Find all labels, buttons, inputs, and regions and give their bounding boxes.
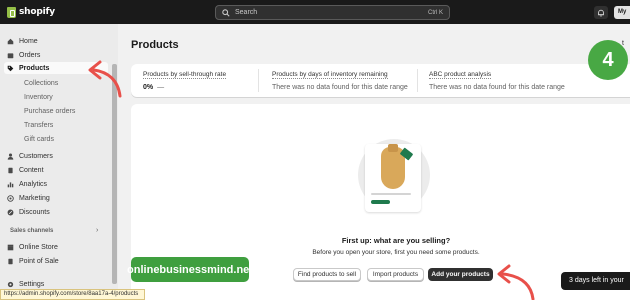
trial-banner[interactable]: 3 days left in your	[561, 272, 630, 290]
sidebar-item-label: Purchase orders	[24, 107, 76, 115]
pos-icon	[8, 258, 13, 264]
metric-label: Products by sell-through rate	[143, 71, 227, 79]
status-bar-url: https://admin.shopify.com/store/8aa17a-4…	[0, 289, 145, 300]
metric-value: 0% —	[143, 84, 226, 91]
step-number-badge: 4	[588, 40, 628, 80]
sales-channels-heading: Sales channels	[10, 228, 54, 234]
home-icon	[7, 38, 14, 44]
sidebar-item-label: Transfers	[24, 121, 54, 129]
illustration-pill	[371, 200, 390, 204]
sidebar-item-label: Online Store	[19, 243, 58, 251]
person-icon	[7, 153, 14, 160]
sidebar-item-marketing[interactable]: Marketing	[7, 192, 107, 204]
sidebar-item-analytics[interactable]: Analytics	[7, 178, 107, 190]
sidebar-item-label: Discounts	[19, 208, 50, 216]
sidebar-item-label: Settings	[19, 280, 45, 288]
divider	[417, 69, 418, 92]
bell-icon	[598, 9, 604, 17]
metric-days-inventory[interactable]: Products by days of inventory remaining …	[272, 71, 408, 91]
metric-value: There was no data found for this date ra…	[272, 84, 408, 91]
annotation-arrow-add-products	[497, 264, 535, 300]
sidebar-item-label: Content	[19, 166, 44, 174]
sidebar-item-home[interactable]: Home	[7, 35, 107, 47]
metric-label-text: Products by sell-through rate	[143, 71, 227, 79]
target-icon	[7, 194, 14, 202]
vase-neck	[388, 144, 398, 152]
sidebar-item-transfers[interactable]: Transfers	[24, 119, 124, 131]
logo-text: shopify	[19, 7, 55, 17]
search-shortcut: Ctrl K	[428, 9, 443, 16]
chart-icon	[7, 181, 14, 187]
metric-abc-analysis[interactable]: ABC product analysis There was no data f…	[429, 71, 565, 91]
sidebar-item-purchase-orders[interactable]: Purchase orders	[24, 105, 124, 117]
top-bar: shopify Search Ctrl K My	[0, 0, 630, 24]
orders-icon	[7, 52, 14, 58]
metric-label-text: ABC product analysis	[429, 71, 492, 79]
search-input[interactable]: Search Ctrl K	[215, 5, 450, 20]
import-products-button[interactable]: Import products	[367, 268, 424, 281]
sidebar-item-point-of-sale[interactable]: Point of Sale	[7, 255, 107, 267]
sidebar-item-discounts[interactable]: Discounts	[7, 206, 107, 218]
sidebar-item-label: Orders	[19, 51, 41, 59]
notifications-button[interactable]	[594, 6, 608, 19]
annotation-arrow-products	[88, 60, 122, 98]
add-products-button[interactable]: Add your products	[428, 268, 493, 281]
page-title: Products	[131, 39, 179, 51]
shopify-bag-icon	[7, 6, 16, 18]
sidebar-item-label: Customers	[19, 152, 53, 160]
sidebar-item-label: Inventory	[24, 93, 53, 101]
sidebar-item-label: Home	[19, 37, 38, 45]
sidebar-item-content[interactable]: Content	[7, 164, 107, 176]
sidebar-item-gift-cards[interactable]: Gift cards	[24, 133, 124, 145]
shopify-logo[interactable]: shopify	[7, 5, 55, 19]
divider	[258, 69, 259, 92]
metric-label-text: Products by days of inventory remaining	[272, 71, 388, 79]
sidebar-item-customers[interactable]: Customers	[7, 150, 107, 162]
tag-icon	[7, 65, 14, 71]
search-icon	[222, 8, 230, 17]
metric-sell-through[interactable]: Products by sell-through rate 0% —	[143, 71, 227, 91]
content-icon	[8, 167, 13, 173]
metric-label: Products by days of inventory remaining	[272, 71, 408, 79]
sidebar-item-online-store[interactable]: Online Store	[7, 241, 107, 253]
metric-percent: 0%	[143, 84, 154, 91]
empty-state-title: First up: what are you selling?	[341, 236, 451, 245]
sidebar-item-label: Marketing	[19, 194, 50, 202]
sidebar-item-label: Analytics	[19, 180, 48, 188]
sidebar-item-label: Gift cards	[24, 135, 54, 143]
metric-label: ABC product analysis	[429, 71, 565, 79]
find-products-button[interactable]: Find products to sell	[293, 268, 361, 281]
search-placeholder: Search	[235, 9, 258, 16]
store-icon	[7, 244, 14, 250]
illustration-line	[371, 193, 411, 195]
metric-extra: —	[157, 84, 165, 91]
sidebar-item-label: Point of Sale	[19, 257, 59, 265]
empty-state-subtitle: Before you open your store, first you ne…	[312, 249, 480, 256]
gear-icon	[7, 281, 14, 287]
store-menu-button[interactable]: My	[614, 6, 630, 19]
sidebar-item-label: Products	[19, 64, 50, 72]
analytics-metrics-card: Products by sell-through rate 0% — Produc…	[131, 64, 630, 97]
watermark-banner: onlinebusinessmind.net	[127, 257, 253, 282]
sidebar-item-label: Collections	[24, 79, 59, 87]
discount-icon	[7, 209, 14, 215]
metric-value: There was no data found for this date ra…	[429, 84, 565, 91]
chevron-right-icon[interactable]: ›	[96, 227, 98, 234]
